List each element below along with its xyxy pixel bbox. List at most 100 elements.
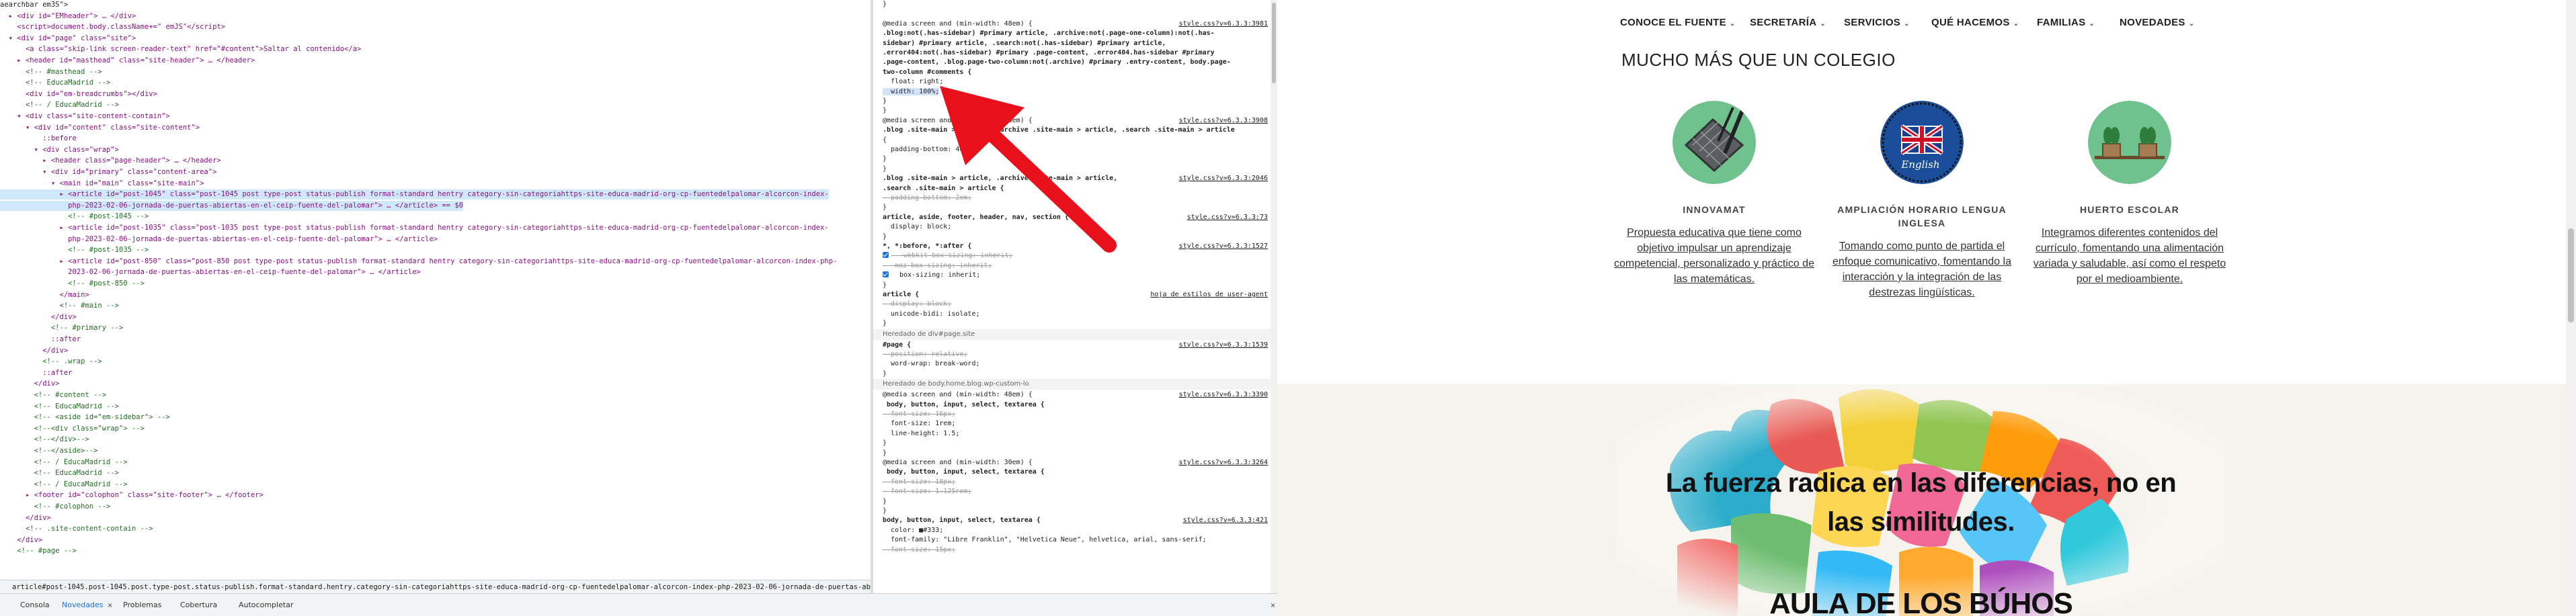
css-selector[interactable]: body, button, input, select, textarea {	[883, 516, 1041, 525]
nav-item-novedades[interactable]: NOVEDADES ⌄	[2120, 17, 2194, 28]
css-declaration[interactable]: font-size: 18px;	[883, 478, 955, 486]
css-declaration[interactable]: width: 100%;	[883, 87, 940, 96]
dom-node[interactable]: <a class="skip-link screen-reader-text" …	[0, 44, 361, 54]
dom-node[interactable]: ▸ <div id="EMheader"> … </div>	[0, 11, 136, 21]
scrollbar-thumb[interactable]	[1272, 3, 1276, 83]
media-rule[interactable]: @media screen and (min-width: 48em) {	[883, 19, 1033, 28]
media-rule[interactable]: @media screen and (min-width: 48em) {	[883, 116, 1033, 125]
dom-node[interactable]: php-2023-02-06-jornada-de-puertas-abiert…	[0, 200, 464, 211]
dom-comment[interactable]: <!-- #post-1035 -->	[0, 245, 149, 255]
css-declaration[interactable]: }	[883, 165, 887, 173]
dom-node[interactable]: </div>	[0, 346, 68, 356]
innovamat-icon[interactable]	[1673, 101, 1756, 184]
css-selector[interactable]: body, button, input, select, textarea {	[883, 468, 1045, 476]
feature-description-link[interactable]: Integramos diferentes contenidos del cur…	[2029, 225, 2230, 287]
dom-node[interactable]: </div>	[0, 379, 60, 389]
dom-comment[interactable]: <!-- EducaMadrid -->	[0, 78, 110, 88]
dom-node[interactable]: ▾ <div id="page" class="site">	[0, 34, 136, 44]
dom-node[interactable]: ▸ <footer id="colophon" class="site-foot…	[0, 490, 264, 500]
dom-comment[interactable]: <!-- #primary -->	[0, 323, 123, 333]
dom-node[interactable]: ::after	[0, 368, 72, 378]
dom-node[interactable]: ▸ <article id="post-850" class="post-850…	[0, 257, 838, 267]
stylesheet-link[interactable]: style.css?v=6.3.3:2046	[1179, 174, 1268, 183]
css-declaration[interactable]: }	[883, 203, 887, 212]
css-declaration[interactable]: font-family: "Libre Franklin", "Helvetic…	[883, 535, 1207, 544]
css-declaration[interactable]: display: block;	[883, 300, 951, 308]
nav-item-servicios[interactable]: SERVICIOS ⌄	[1844, 17, 1910, 28]
dom-node[interactable]: 2023-02-06-jornada-de-puertas-abiertas-e…	[0, 267, 421, 277]
nav-item-familias[interactable]: FAMILIAS ⌄	[2037, 17, 2095, 28]
school-garden-icon[interactable]	[2088, 101, 2171, 184]
dom-node[interactable]: ▸ <article id="post-1045" class="post-10…	[0, 189, 829, 200]
css-selector[interactable]: .search .site-main > article {	[883, 184, 1004, 193]
dom-comment[interactable]: <!--</aside>-->	[0, 446, 98, 456]
dom-comment[interactable]: <!--<div class="wrap"> -->	[0, 424, 145, 434]
stylesheet-link[interactable]: style.css?v=6.3.3:3264	[1179, 458, 1268, 467]
dom-node[interactable]: </div>	[0, 535, 42, 545]
dom-comment[interactable]: <!-- / EducaMadrid -->	[0, 100, 119, 110]
css-declaration[interactable]: font-size: 1rem;	[883, 419, 955, 428]
stylesheet-link[interactable]: style.css?v=6.3.3:3908	[1179, 116, 1268, 125]
close-drawer-icon[interactable]: ×	[1271, 594, 1275, 616]
css-declaration[interactable]: }	[883, 449, 887, 457]
drawer-tab-console[interactable]: Consola	[20, 594, 50, 616]
css-declaration[interactable]: font-size: 15px;	[883, 545, 955, 554]
dom-comment[interactable]: <!-- #post-850 -->	[0, 279, 145, 289]
styles-scrollbar[interactable]	[1271, 0, 1277, 593]
drawer-tab-problemas[interactable]: Problemas	[123, 594, 161, 616]
css-declaration[interactable]: font-size: 16px;	[883, 410, 955, 419]
dom-comment[interactable]: <!-- .site-content-contain -->	[0, 524, 153, 534]
stylesheet-link[interactable]: style.css?v=6.3.3:3981	[1179, 19, 1268, 28]
nav-item-secretaria[interactable]: SECRETARÍA ⌄	[1750, 17, 1826, 28]
css-declaration[interactable]: }	[883, 155, 887, 163]
css-selector[interactable]: .page-content, .blog.page-two-column:not…	[883, 58, 1231, 67]
feature-description-link[interactable]: Propuesta educativa que tiene como objet…	[1613, 225, 1815, 287]
stylesheet-link[interactable]: hoja de estilos de user-agent	[1150, 290, 1268, 299]
dom-node[interactable]: </div>	[0, 312, 77, 322]
css-selector[interactable]: article {	[883, 290, 919, 299]
dom-comment[interactable]: <!-- / EducaMadrid -->	[0, 480, 128, 490]
dom-comment[interactable]: <!-- / EducaMadrid -->	[0, 457, 128, 468]
css-selector[interactable]: .error404:not(.has-sidebar) #primary .pa…	[883, 48, 1215, 57]
css-selector[interactable]: .blog .site-main > article, .archive .si…	[883, 174, 1117, 183]
css-declaration[interactable]: unicode-bidi: isolate;	[883, 310, 979, 318]
css-declaration[interactable]: position: relative;	[883, 350, 967, 359]
stylesheet-link[interactable]: style.css?v=6.3.3:73	[1187, 213, 1268, 222]
dom-comment[interactable]: <!-- <aside id="em-sidebar"> -->	[0, 412, 170, 423]
drawer-tab-novedades[interactable]: Novedades	[62, 594, 103, 616]
drawer-tab-cobertura[interactable]: Cobertura	[180, 594, 217, 616]
dom-comment[interactable]: <!-- .wrap -->	[0, 357, 102, 367]
stylesheet-link[interactable]: style.css?v=6.3.3:1539	[1179, 341, 1268, 349]
dom-breadcrumb[interactable]: article#post-1045.post-1045.post.type-po…	[0, 580, 871, 593]
dom-node[interactable]: ::before	[0, 134, 77, 144]
dom-node[interactable]: aearchbar em3S">	[0, 0, 68, 10]
css-declaration[interactable]: -moz-box-sizing: inherit;	[883, 261, 992, 270]
css-selector[interactable]: .blog:not(.has-sidebar) #primary article…	[883, 29, 1215, 38]
dom-comment[interactable]: <!-- #main -->	[0, 301, 120, 311]
dom-node[interactable]: ::after	[0, 335, 81, 345]
dom-comment[interactable]: <!-- EducaMadrid -->	[0, 402, 119, 412]
css-selector[interactable]: #page {	[883, 341, 911, 349]
css-declaration[interactable]: }	[883, 439, 887, 447]
css-declaration[interactable]: word-wrap: break-word;	[883, 359, 979, 368]
dom-node[interactable]: ▸ <header class="page-header"> … </heade…	[0, 156, 221, 166]
dom-comment[interactable]: <!-- #post-1045 -->	[0, 212, 149, 222]
css-declaration[interactable]: }	[883, 497, 887, 506]
inherited-header[interactable]: Heredado de body.home.blog.wp-custom-lo	[873, 379, 1277, 390]
dom-node[interactable]: ▾ <div id="primary" class="content-area"…	[0, 167, 216, 177]
dom-comment[interactable]: <!--</div>-->	[0, 435, 89, 445]
css-declaration[interactable]: -webkit-box-sizing: inherit;	[883, 251, 1013, 260]
nav-item-conoce[interactable]: CONOCE EL FUENTE ⌄	[1620, 17, 1736, 28]
css-declaration[interactable]: }	[883, 0, 887, 9]
dom-node[interactable]: ▾ <div class="site-content-contain">	[0, 112, 170, 122]
css-declaration[interactable]: padding-bottom: 2em;	[883, 193, 971, 202]
media-rule[interactable]: @media screen and (min-width: 30em) {	[883, 458, 1033, 467]
css-selector[interactable]: article, aside, footer, header, nav, sec…	[883, 213, 1069, 222]
nav-item-que-hacemos[interactable]: QUÉ HACEMOS ⌄	[1931, 17, 2019, 28]
scrollbar-thumb[interactable]	[2568, 228, 2574, 322]
dom-node[interactable]: </div>	[0, 513, 51, 523]
css-declaration[interactable]: font-size: 1.125rem;	[883, 487, 971, 496]
css-declaration[interactable]: }	[883, 97, 887, 105]
css-declaration[interactable]: box-sizing: inherit;	[883, 271, 980, 279]
css-declaration[interactable]: }	[883, 369, 887, 378]
